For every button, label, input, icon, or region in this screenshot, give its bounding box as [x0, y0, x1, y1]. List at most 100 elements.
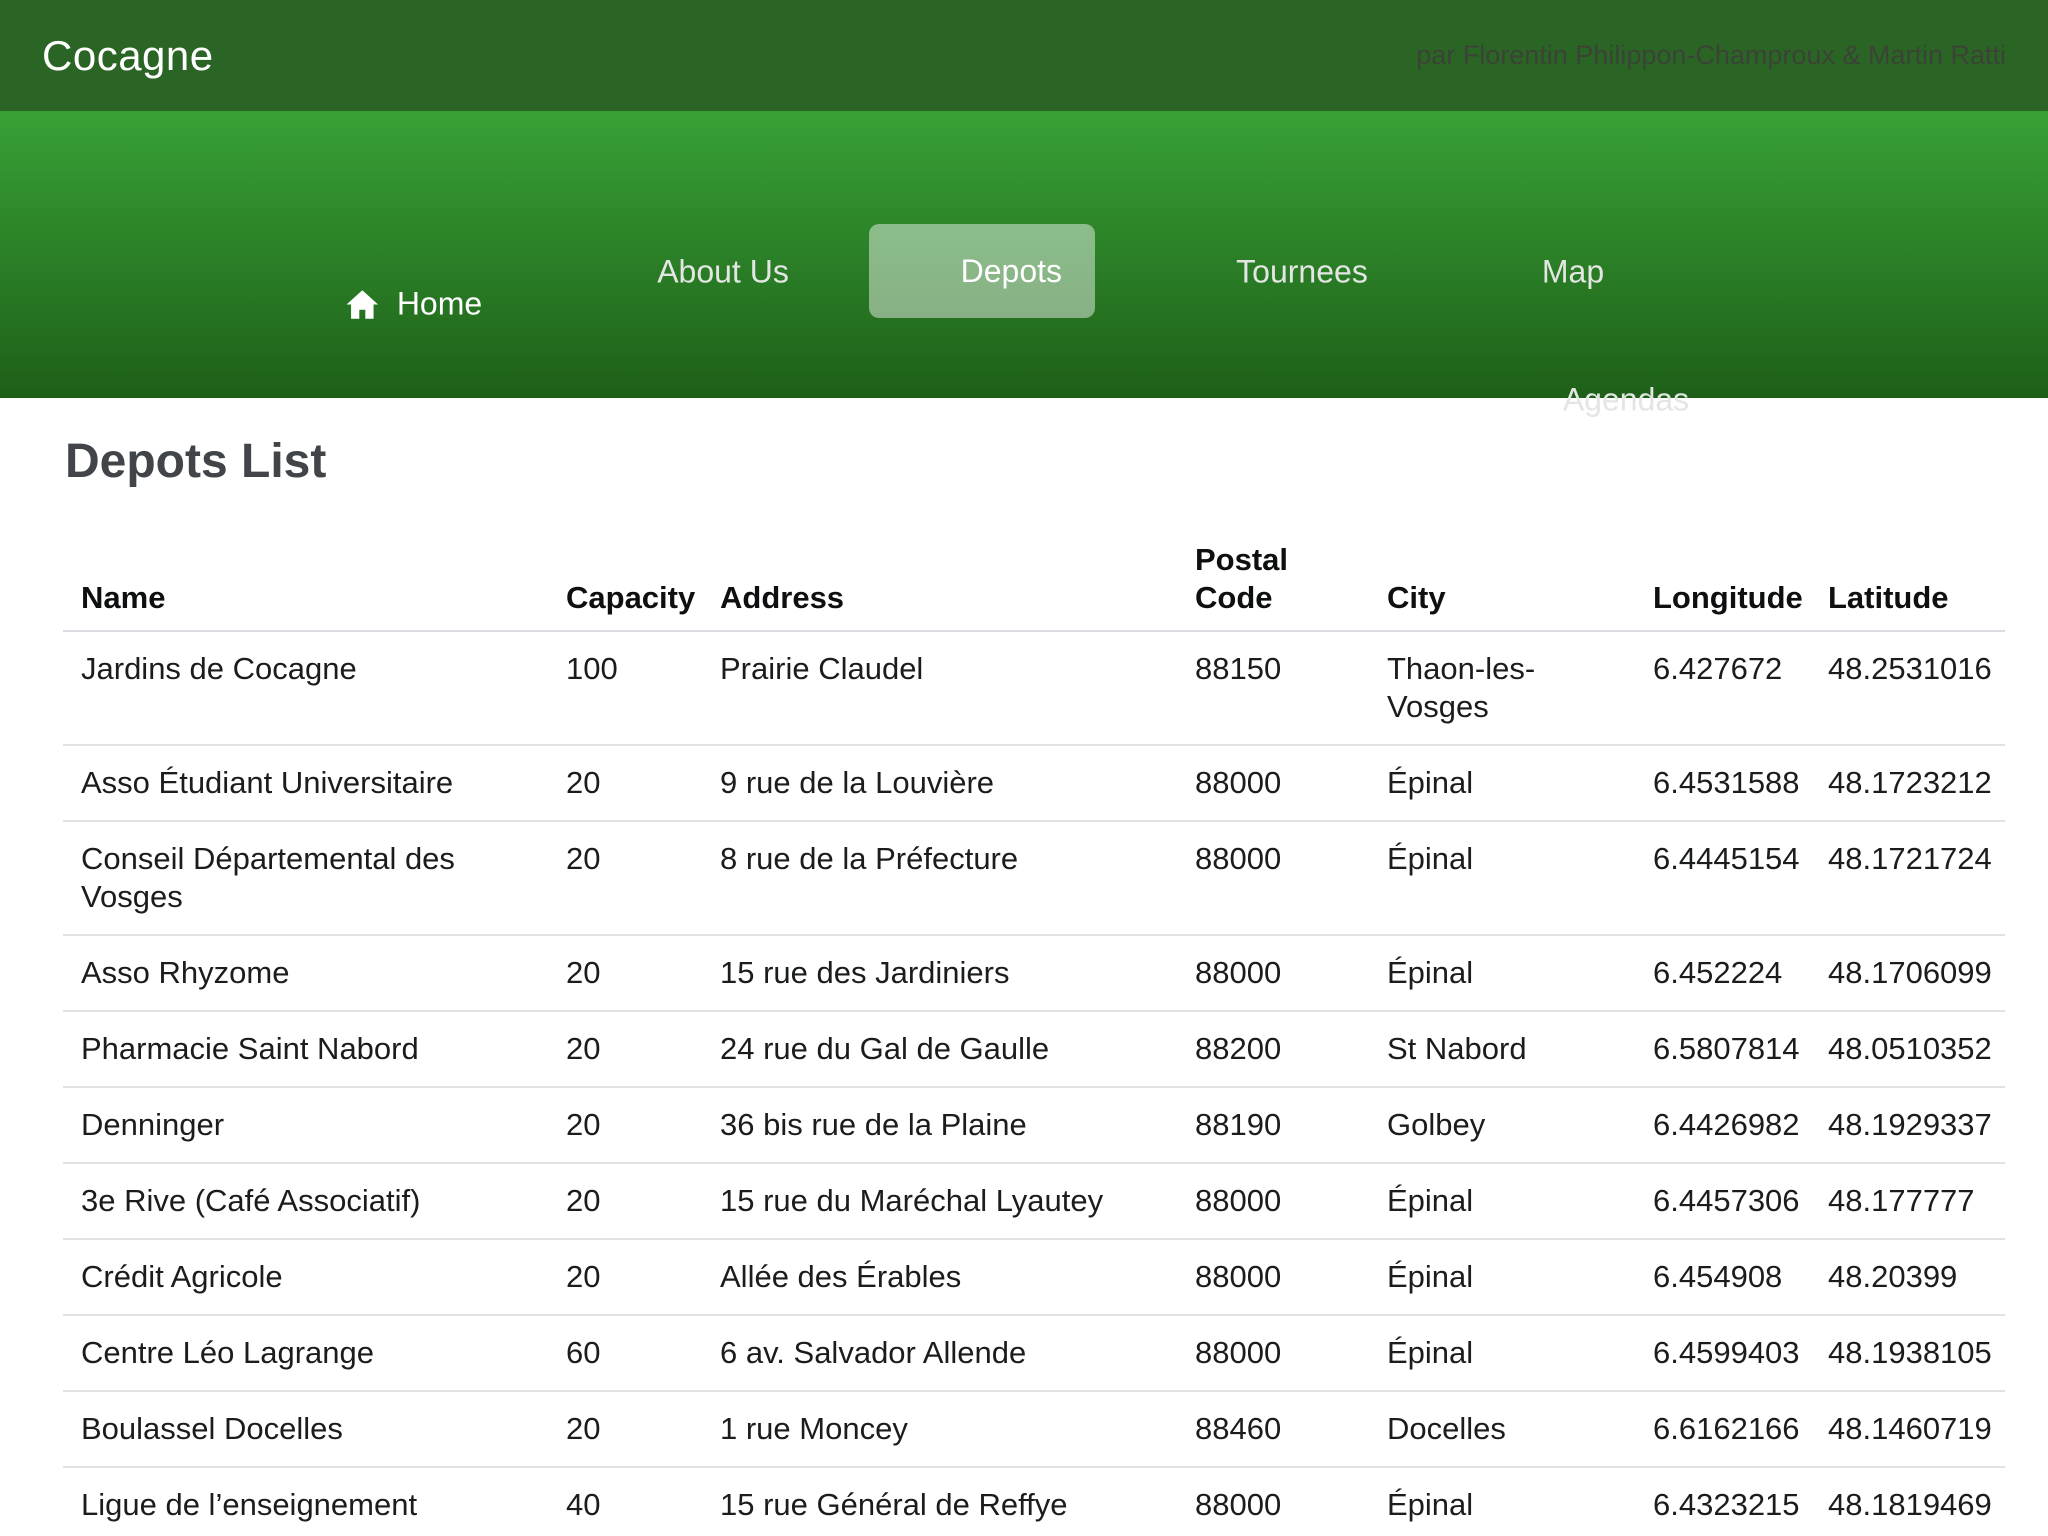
cell-postal-code: 88000 — [1177, 1163, 1369, 1239]
cell-city: Épinal — [1369, 1239, 1635, 1315]
column-header-name: Name — [63, 523, 548, 631]
cell-postal-code: 88150 — [1177, 631, 1369, 745]
cell-address: 6 av. Salvador Allende — [702, 1315, 1177, 1391]
cell-longitude: 6.4599403 — [1635, 1315, 1810, 1391]
cell-longitude: 6.4323215 — [1635, 1467, 1810, 1536]
table-row: Conseil Départemental des Vosges 20 8 ru… — [63, 821, 2005, 935]
cell-name: Crédit Agricole — [63, 1239, 548, 1315]
cell-capacity: 20 — [548, 1391, 702, 1467]
cell-latitude: 48.1723212 — [1810, 745, 2005, 821]
nav-item-home-label: Home — [397, 286, 482, 323]
cell-name: Pharmacie Saint Nabord — [63, 1011, 548, 1087]
cell-capacity: 20 — [548, 821, 702, 935]
cell-postal-code: 88460 — [1177, 1391, 1369, 1467]
cell-city: Épinal — [1369, 1315, 1635, 1391]
cell-postal-code: 88200 — [1177, 1011, 1369, 1087]
cell-longitude: 6.4445154 — [1635, 821, 1810, 935]
cell-city: Épinal — [1369, 1163, 1635, 1239]
column-header-address: Address — [702, 523, 1177, 631]
depots-table: Name Capacity Address Postal Code City L… — [63, 523, 2005, 1536]
cell-city: Épinal — [1369, 821, 1635, 935]
cell-postal-code: 88000 — [1177, 821, 1369, 935]
cell-address: 36 bis rue de la Plaine — [702, 1087, 1177, 1163]
cell-latitude: 48.1938105 — [1810, 1315, 2005, 1391]
cell-longitude: 6.4426982 — [1635, 1087, 1810, 1163]
cell-city: St Nabord — [1369, 1011, 1635, 1087]
cell-postal-code: 88190 — [1177, 1087, 1369, 1163]
cell-capacity: 20 — [548, 1087, 702, 1163]
cell-capacity: 20 — [548, 935, 702, 1011]
cell-city: Golbey — [1369, 1087, 1635, 1163]
cell-name: Jardins de Cocagne — [63, 631, 548, 745]
nav-item-depots[interactable]: Depots — [869, 224, 1095, 318]
table-row: Ligue de l’enseignement 40 15 rue Généra… — [63, 1467, 2005, 1536]
cell-capacity: 100 — [548, 631, 702, 745]
cell-name: Conseil Départemental des Vosges — [63, 821, 548, 935]
cell-address: 15 rue des Jardiniers — [702, 935, 1177, 1011]
cell-longitude: 6.4457306 — [1635, 1163, 1810, 1239]
cell-capacity: 60 — [548, 1315, 702, 1391]
house-icon — [344, 286, 381, 322]
cell-address: 1 rue Moncey — [702, 1391, 1177, 1467]
cell-address: 15 rue du Maréchal Lyautey — [702, 1163, 1177, 1239]
content-area: Depots List Name Capacity Address Postal… — [0, 398, 2048, 1536]
cell-capacity: 20 — [548, 1011, 702, 1087]
nav-item-about-us[interactable]: About Us — [657, 254, 789, 291]
table-body: Jardins de Cocagne 100 Prairie Claudel 8… — [63, 631, 2005, 1536]
cell-latitude: 48.20399 — [1810, 1239, 2005, 1315]
cell-latitude: 48.0510352 — [1810, 1011, 2005, 1087]
nav-item-home[interactable]: Home — [344, 286, 482, 323]
cell-capacity: 20 — [548, 1239, 702, 1315]
cell-longitude: 6.6162166 — [1635, 1391, 1810, 1467]
cell-longitude: 6.427672 — [1635, 631, 1810, 745]
cell-name: Centre Léo Lagrange — [63, 1315, 548, 1391]
cell-latitude: 48.2531016 — [1810, 631, 2005, 745]
table-row: Jardins de Cocagne 100 Prairie Claudel 8… — [63, 631, 2005, 745]
cell-address: 8 rue de la Préfecture — [702, 821, 1177, 935]
cell-name: Ligue de l’enseignement — [63, 1467, 548, 1536]
cell-capacity: 20 — [548, 745, 702, 821]
cell-name: 3e Rive (Café Associatif) — [63, 1163, 548, 1239]
cell-latitude: 48.1819469 — [1810, 1467, 2005, 1536]
table-row: Boulassel Docelles 20 1 rue Moncey 88460… — [63, 1391, 2005, 1467]
cell-city: Épinal — [1369, 745, 1635, 821]
column-header-longitude: Longitude — [1635, 523, 1810, 631]
top-bar: Cocagne par Florentin Philippon-Champrou… — [0, 0, 2048, 111]
cell-name: Denninger — [63, 1087, 548, 1163]
table-row: Centre Léo Lagrange 60 6 av. Salvador Al… — [63, 1315, 2005, 1391]
cell-latitude: 48.1460719 — [1810, 1391, 2005, 1467]
cell-postal-code: 88000 — [1177, 935, 1369, 1011]
cell-latitude: 48.1721724 — [1810, 821, 2005, 935]
table-row: Denninger 20 36 bis rue de la Plaine 881… — [63, 1087, 2005, 1163]
cell-postal-code: 88000 — [1177, 1467, 1369, 1536]
nav-item-agendas[interactable]: Agendas — [1563, 382, 1689, 419]
cell-longitude: 6.454908 — [1635, 1239, 1810, 1315]
column-header-capacity: Capacity — [548, 523, 702, 631]
column-header-postal-code: Postal Code — [1177, 523, 1369, 631]
cell-city: Épinal — [1369, 1467, 1635, 1536]
cell-longitude: 6.5807814 — [1635, 1011, 1810, 1087]
table-row: Asso Rhyzome 20 15 rue des Jardiniers 88… — [63, 935, 2005, 1011]
cell-name: Asso Étudiant Universitaire — [63, 745, 548, 821]
cell-postal-code: 88000 — [1177, 745, 1369, 821]
cell-latitude: 48.177777 — [1810, 1163, 2005, 1239]
cell-longitude: 6.4531588 — [1635, 745, 1810, 821]
table-row: Pharmacie Saint Nabord 20 24 rue du Gal … — [63, 1011, 2005, 1087]
table-row: Asso Étudiant Universitaire 20 9 rue de … — [63, 745, 2005, 821]
cell-address: 24 rue du Gal de Gaulle — [702, 1011, 1177, 1087]
cell-address: Prairie Claudel — [702, 631, 1177, 745]
cell-address: Allée des Érables — [702, 1239, 1177, 1315]
cell-city: Thaon-les-Vosges — [1369, 631, 1635, 745]
cell-city: Épinal — [1369, 935, 1635, 1011]
cell-capacity: 20 — [548, 1163, 702, 1239]
cell-address: 15 rue Général de Reffye — [702, 1467, 1177, 1536]
nav-item-map[interactable]: Map — [1542, 254, 1604, 291]
cell-address: 9 rue de la Louvière — [702, 745, 1177, 821]
cell-postal-code: 88000 — [1177, 1239, 1369, 1315]
table-row: 3e Rive (Café Associatif) 20 15 rue du M… — [63, 1163, 2005, 1239]
cell-name: Boulassel Docelles — [63, 1391, 548, 1467]
cell-latitude: 48.1706099 — [1810, 935, 2005, 1011]
cell-latitude: 48.1929337 — [1810, 1087, 2005, 1163]
authors-byline: par Florentin Philippon-Champroux & Mart… — [1416, 40, 2006, 71]
nav-item-tournees[interactable]: Tournees — [1236, 254, 1368, 291]
